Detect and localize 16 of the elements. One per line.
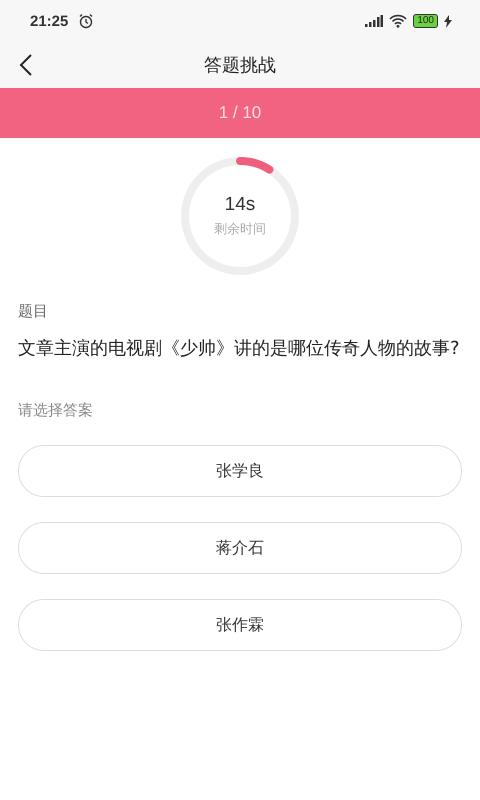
timer-label: 剩余时间 [214, 221, 266, 238]
alarm-clock-icon [78, 13, 94, 29]
question-label: 题目 [18, 302, 49, 321]
question-text: 文章主演的电视剧《少帅》讲的是哪位传奇人物的故事? [18, 337, 461, 361]
battery-level: 100 [413, 14, 438, 28]
signal-icon [365, 15, 384, 27]
page-title: 答题挑战 [204, 54, 276, 77]
answer-option[interactable]: 张作霖 [18, 599, 462, 651]
status-time: 21:25 [30, 12, 68, 30]
back-icon[interactable] [19, 53, 33, 77]
answer-prompt: 请选择答案 [18, 401, 94, 420]
timer-value: 14s [224, 194, 256, 216]
answer-option[interactable]: 张学良 [18, 445, 462, 497]
wifi-icon [389, 14, 408, 28]
answer-option[interactable]: 蒋介石 [18, 522, 462, 574]
charging-icon [444, 14, 452, 28]
